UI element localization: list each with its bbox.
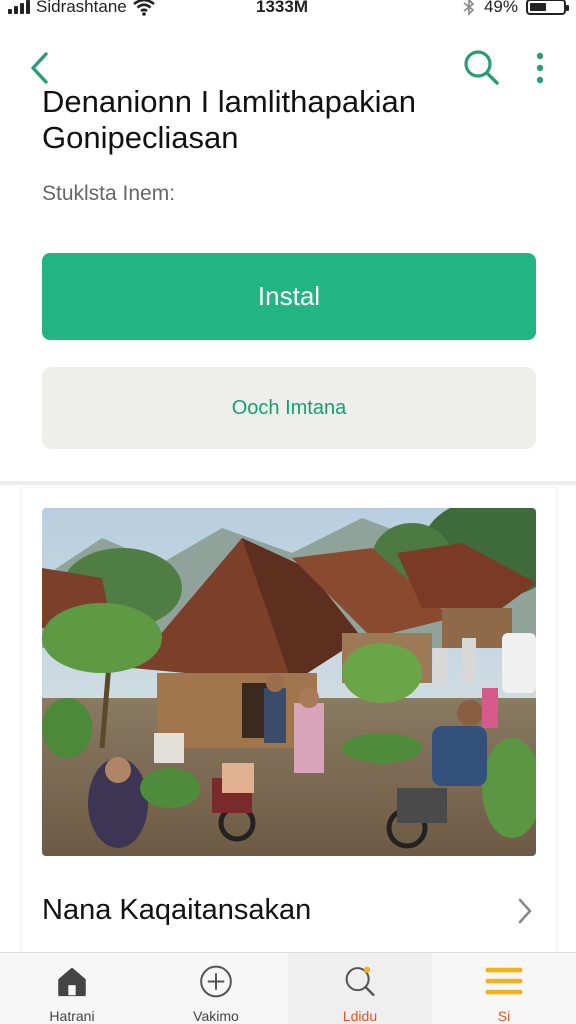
nav-label-menu: Si — [497, 1008, 511, 1024]
featured-card[interactable]: Nana Kaqaitansakan — [22, 488, 556, 958]
card-chevron-button[interactable] — [512, 896, 538, 926]
nav-item-add[interactable]: Vakimo — [144, 953, 288, 1024]
nav-item-home[interactable]: Hatrani — [0, 953, 144, 1024]
home-icon — [58, 967, 86, 997]
search-icon — [464, 50, 499, 85]
card-title: Nana Kaqaitansakan — [42, 894, 312, 926]
battery-fill — [530, 3, 546, 11]
search-icon — [345, 966, 375, 997]
village-photo — [42, 508, 536, 856]
app-subtitle: Stuklsta Inem: — [42, 182, 176, 205]
status-right-group: 49% — [462, 0, 569, 17]
carrier-name: Sidrashtane — [36, 0, 127, 16]
back-button[interactable] — [22, 48, 56, 88]
app-title: Denanionn I lamlithapakian Gonipecliasan — [42, 84, 542, 156]
chevron-left-icon — [31, 52, 48, 84]
bluetooth-icon — [463, 0, 475, 16]
wifi-icon — [132, 0, 155, 16]
install-button[interactable]: Instal — [42, 253, 536, 340]
carrier-group: Sidrashtane — [8, 0, 155, 17]
secondary-button[interactable]: Ooch Imtana — [42, 367, 536, 449]
more-options-button[interactable] — [526, 48, 554, 88]
battery-percent: 49% — [483, 0, 518, 16]
signal-icon — [8, 0, 30, 14]
app-title-line1: Denanionn I lamlithapakian — [42, 84, 416, 119]
battery-icon — [526, 0, 569, 15]
app-title-line2: Gonipecliasan — [42, 120, 239, 155]
chevron-right-icon — [518, 898, 532, 924]
more-vertical-icon — [536, 52, 544, 84]
menu-icon — [485, 967, 523, 995]
nav-label-add: Vakimo — [193, 1008, 239, 1024]
village-illustration — [42, 508, 536, 856]
bottom-navigation: Hatrani Vakimo Ldidu Si — [0, 952, 576, 1024]
status-time: 1333M — [256, 0, 308, 16]
status-bar: Sidrashtane 1333M 49% — [0, 0, 576, 22]
nav-item-search[interactable]: Ldidu — [288, 953, 432, 1024]
nav-label-home: Hatrani — [49, 1008, 95, 1024]
add-circle-icon — [200, 965, 232, 998]
nav-item-menu[interactable]: Si — [432, 953, 576, 1024]
section-divider — [0, 481, 576, 485]
nav-label-search: Ldidu — [342, 1008, 378, 1024]
search-button[interactable] — [460, 46, 502, 88]
